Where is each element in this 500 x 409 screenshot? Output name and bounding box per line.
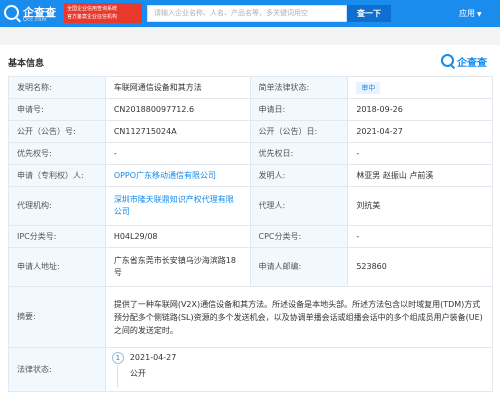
promo-line-2: 官方备案企业征信机构 [67, 14, 118, 20]
site-logo[interactable]: 企查查 Qcc.com [4, 3, 64, 24]
field-label: 简单法律状态: [250, 77, 349, 98]
invention-name-value: 车联网通信设备和其方法 [106, 77, 251, 98]
top-navigation-bar: 企查查 Qcc.com 全国企业信用查询系统 官方备案企业征信机构 请输入企业名… [0, 0, 500, 27]
table-row: 申请（专利权）人: OPPO广东移动通信有限公司 发明人: 林亚男 赵振山 卢前… [9, 165, 493, 187]
applicant-link[interactable]: OPPO广东移动通信有限公司 [106, 165, 251, 186]
timeline-date: 2021-04-27 [129, 352, 177, 362]
app-menu[interactable]: 应用 ▼ [459, 8, 482, 19]
promo-line-1: 全国企业信用查询系统 [67, 6, 118, 12]
status-badge: 审中 [356, 81, 381, 94]
timeline-index: 1 [111, 351, 124, 364]
field-label: 申请人地址: [9, 248, 106, 286]
field-label: 申请（专利权）人: [9, 165, 106, 186]
field-label: 公开（公告）日: [250, 121, 349, 142]
search-input[interactable]: 请输入企业名称、人名、产品名等，多关键词用空 [147, 5, 347, 22]
publication-number-value: CN112715024A [106, 121, 251, 142]
table-row: 申请号: CN201880097712.6 申请日: 2018-09-26 [9, 99, 493, 121]
agency-link[interactable]: 深圳市隆天联鼎知识产权代理有限公司 [106, 187, 251, 225]
watermark-logo: 企查查 [441, 53, 493, 69]
priority-number-value: - [106, 143, 251, 164]
field-label: 法律状态: [9, 348, 106, 391]
ipc-value: H04L29/08 [106, 226, 251, 247]
magnifier-logo-icon [441, 54, 454, 67]
table-row: IPC分类号: H04L29/08 CPC分类号: - [9, 226, 493, 248]
table-row: 优先权号: - 优先权日: - [9, 143, 493, 165]
table-row: 法律状态: 1 2021-04-27 公开 [9, 348, 493, 392]
timeline-connector [116, 364, 118, 387]
legal-status-cell: 审中 [348, 77, 493, 98]
brand-domain: Qcc.com [23, 17, 47, 23]
field-label: 优先权号: [9, 143, 106, 164]
header-spacer [0, 27, 500, 45]
app-menu-label: 应用 [459, 9, 475, 18]
table-row: 发明名称: 车联网通信设备和其方法 简单法律状态: 审中 [9, 77, 493, 99]
abstract-value: 提供了一种车联网(V2X)通信设备和其方法。所述设备是本地头部。所述方法包含以时… [106, 287, 493, 347]
field-label: 代理人: [250, 187, 349, 225]
field-label: 发明人: [250, 165, 349, 186]
timeline-entry: 1 2021-04-27 公开 [106, 348, 492, 392]
field-label: 摘要: [9, 287, 106, 347]
address-value: 广东省东莞市长安镇乌沙海滨路18号 [106, 248, 251, 286]
postcode-value: 523860 [348, 248, 493, 286]
application-date-value: 2018-09-26 [348, 99, 493, 120]
field-label: 申请号: [9, 99, 106, 120]
table-row: 代理机构: 深圳市隆天联鼎知识产权代理有限公司 代理人: 刘抗美 [9, 187, 493, 226]
field-label: IPC分类号: [9, 226, 106, 247]
watermark-text: 企查查 [457, 58, 487, 69]
magnifier-logo-icon [4, 5, 19, 20]
patent-info-table: 发明名称: 车联网通信设备和其方法 简单法律状态: 审中 申请号: CN2018… [8, 76, 493, 392]
publication-date-value: 2021-04-27 [348, 121, 493, 142]
field-label: 申请日: [250, 99, 349, 120]
agent-value: 刘抗美 [348, 187, 493, 225]
cpc-value: - [348, 226, 493, 247]
table-row: 申请人地址: 广东省东莞市长安镇乌沙海滨路18号 申请人邮编: 523860 [9, 248, 493, 287]
field-label: 代理机构: [9, 187, 106, 225]
section-title: 基本信息 [8, 59, 45, 69]
law-status-timeline: 1 2021-04-27 公开 [106, 348, 493, 391]
timeline-status: 公开 [129, 368, 146, 378]
priority-date-value: - [348, 143, 493, 164]
search-button[interactable]: 查一下 [347, 5, 391, 22]
field-label: 公开（公告）号: [9, 121, 106, 142]
application-number-value: CN201880097712.6 [106, 99, 251, 120]
field-label: 优先权日: [250, 143, 349, 164]
field-label: 发明名称: [9, 77, 106, 98]
inventor-value: 林亚男 赵振山 卢前溪 [348, 165, 493, 186]
promo-banner[interactable]: 全国企业信用查询系统 官方备案企业征信机构 [64, 3, 142, 23]
table-row: 摘要: 提供了一种车联网(V2X)通信设备和其方法。所述设备是本地头部。所述方法… [9, 287, 493, 348]
field-label: CPC分类号: [250, 226, 349, 247]
table-row: 公开（公告）号: CN112715024A 公开（公告）日: 2021-04-2… [9, 121, 493, 143]
chevron-down-icon: ▼ [477, 11, 482, 18]
field-label: 申请人邮编: [250, 248, 349, 286]
